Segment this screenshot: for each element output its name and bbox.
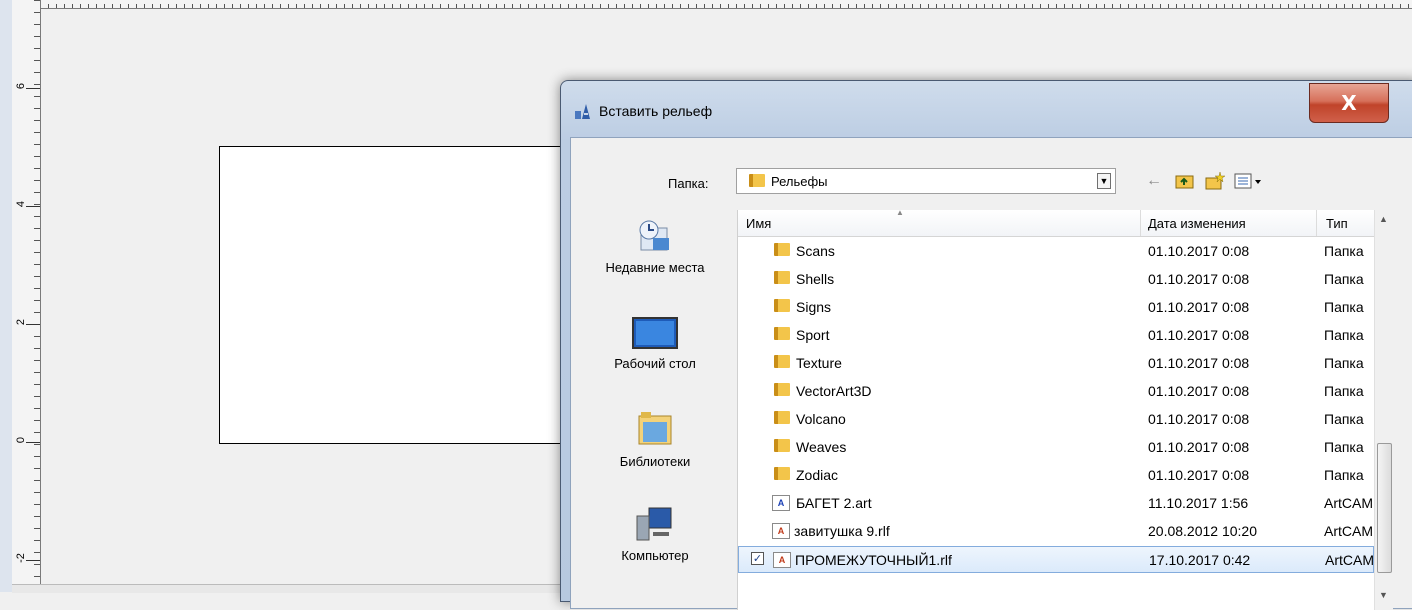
place-label: Рабочий стол xyxy=(614,356,696,371)
file-row[interactable]: Sport 01.10.2017 0:08 Папка xyxy=(738,322,1374,349)
file-row[interactable]: Aзавитушка 9.rlf 20.08.2012 10:20 ArtCAM xyxy=(738,518,1374,545)
folder-icon xyxy=(774,439,790,452)
folder-icon xyxy=(774,243,790,256)
file-list-header: Имя ▲ Дата изменения Тип xyxy=(738,208,1388,237)
place-libraries[interactable]: Библиотеки xyxy=(571,410,739,469)
file-row[interactable]: Zodiac 01.10.2017 0:08 Папка xyxy=(738,462,1374,489)
place-desktop[interactable]: Рабочий стол xyxy=(571,316,739,371)
file-row-selected[interactable]: ✓ A ПРОМЕЖУТОЧНЫЙ1.rlf 17.10.2017 0:42 ArtCA… xyxy=(738,546,1374,573)
up-folder-icon[interactable] xyxy=(1175,172,1195,195)
rlf-file-icon: A xyxy=(773,552,791,568)
scroll-up-icon[interactable]: ▲ xyxy=(1379,214,1388,224)
file-row[interactable]: Signs 01.10.2017 0:08 Папка xyxy=(738,294,1374,321)
file-list-scrollbar[interactable]: ▲ ▼ xyxy=(1374,210,1393,610)
dialog-body: Папка: Рельефы ▼ ← Недавние места Рабочи… xyxy=(570,137,1412,610)
folder-dropdown-value: Рельефы xyxy=(771,174,828,189)
dialog-title: Вставить рельеф xyxy=(599,103,713,119)
file-row[interactable]: Scans 01.10.2017 0:08 Папка xyxy=(738,238,1374,265)
folder-icon xyxy=(774,327,790,340)
ruler-label: 2 xyxy=(15,318,27,326)
scroll-thumb[interactable] xyxy=(1377,443,1392,573)
new-folder-icon[interactable] xyxy=(1205,171,1226,195)
sort-arrow-icon: ▲ xyxy=(896,208,904,217)
file-row[interactable]: VectorArt3D 01.10.2017 0:08 Папка xyxy=(738,378,1374,405)
desktop-icon xyxy=(632,317,678,349)
folder-icon xyxy=(774,383,790,396)
back-arrow-icon[interactable]: ← xyxy=(1146,172,1162,190)
folder-label: Папка: xyxy=(668,176,709,191)
ruler-label: -2 xyxy=(15,553,27,563)
recent-places-icon xyxy=(639,220,669,251)
place-label: Недавние места xyxy=(605,260,705,275)
column-header-type[interactable]: Тип xyxy=(1326,216,1348,231)
left-ruler: 6 4 2 0 -2 xyxy=(12,0,41,592)
ruler-label: 4 xyxy=(15,200,27,208)
chevron-down-icon[interactable]: ▼ xyxy=(1097,173,1111,189)
file-row[interactable]: Volcano 01.10.2017 0:08 Папка xyxy=(738,406,1374,433)
folder-icon xyxy=(774,299,790,312)
file-row[interactable]: Weaves 01.10.2017 0:08 Папка xyxy=(738,434,1374,461)
insert-relief-dialog: Вставить рельеф X Папка: Рельефы ▼ ← Нед… xyxy=(560,80,1412,610)
folder-icon xyxy=(774,467,790,480)
file-list[interactable]: Имя ▲ Дата изменения Тип Scans 01.10.2017… xyxy=(737,208,1393,610)
ruler-label: 0 xyxy=(15,436,27,444)
rlf-file-icon: A xyxy=(772,523,790,539)
art-file-icon: A xyxy=(772,495,790,511)
folder-icon xyxy=(774,411,790,424)
top-ruler xyxy=(0,0,1412,9)
view-menu-icon[interactable] xyxy=(1234,172,1264,195)
file-row[interactable]: A БАГЕТ 2.art 11.10.2017 1:56 ArtCAM xyxy=(738,490,1374,517)
artcam-app-icon xyxy=(575,104,590,119)
column-header-name[interactable]: Имя xyxy=(746,216,771,231)
libraries-icon xyxy=(638,412,672,445)
column-header-date[interactable]: Дата изменения xyxy=(1148,216,1246,231)
row-checkbox[interactable]: ✓ xyxy=(751,552,764,565)
file-row[interactable]: Texture 01.10.2017 0:08 Папка xyxy=(738,350,1374,377)
computer-icon xyxy=(636,507,672,541)
folder-icon xyxy=(749,174,765,187)
ruler-label: 6 xyxy=(15,82,27,90)
folder-icon xyxy=(774,355,790,368)
place-recent[interactable]: Недавние места xyxy=(571,218,739,275)
place-label: Библиотеки xyxy=(619,454,691,469)
close-button[interactable]: X xyxy=(1309,83,1389,123)
file-row[interactable]: Shells 01.10.2017 0:08 Папка xyxy=(738,266,1374,293)
folder-icon xyxy=(774,271,790,284)
folder-dropdown[interactable]: Рельефы ▼ xyxy=(736,168,1116,194)
place-label: Компьютер xyxy=(621,548,689,563)
model-boundary-rectangle xyxy=(219,146,566,444)
place-computer[interactable]: Компьютер xyxy=(571,504,739,563)
